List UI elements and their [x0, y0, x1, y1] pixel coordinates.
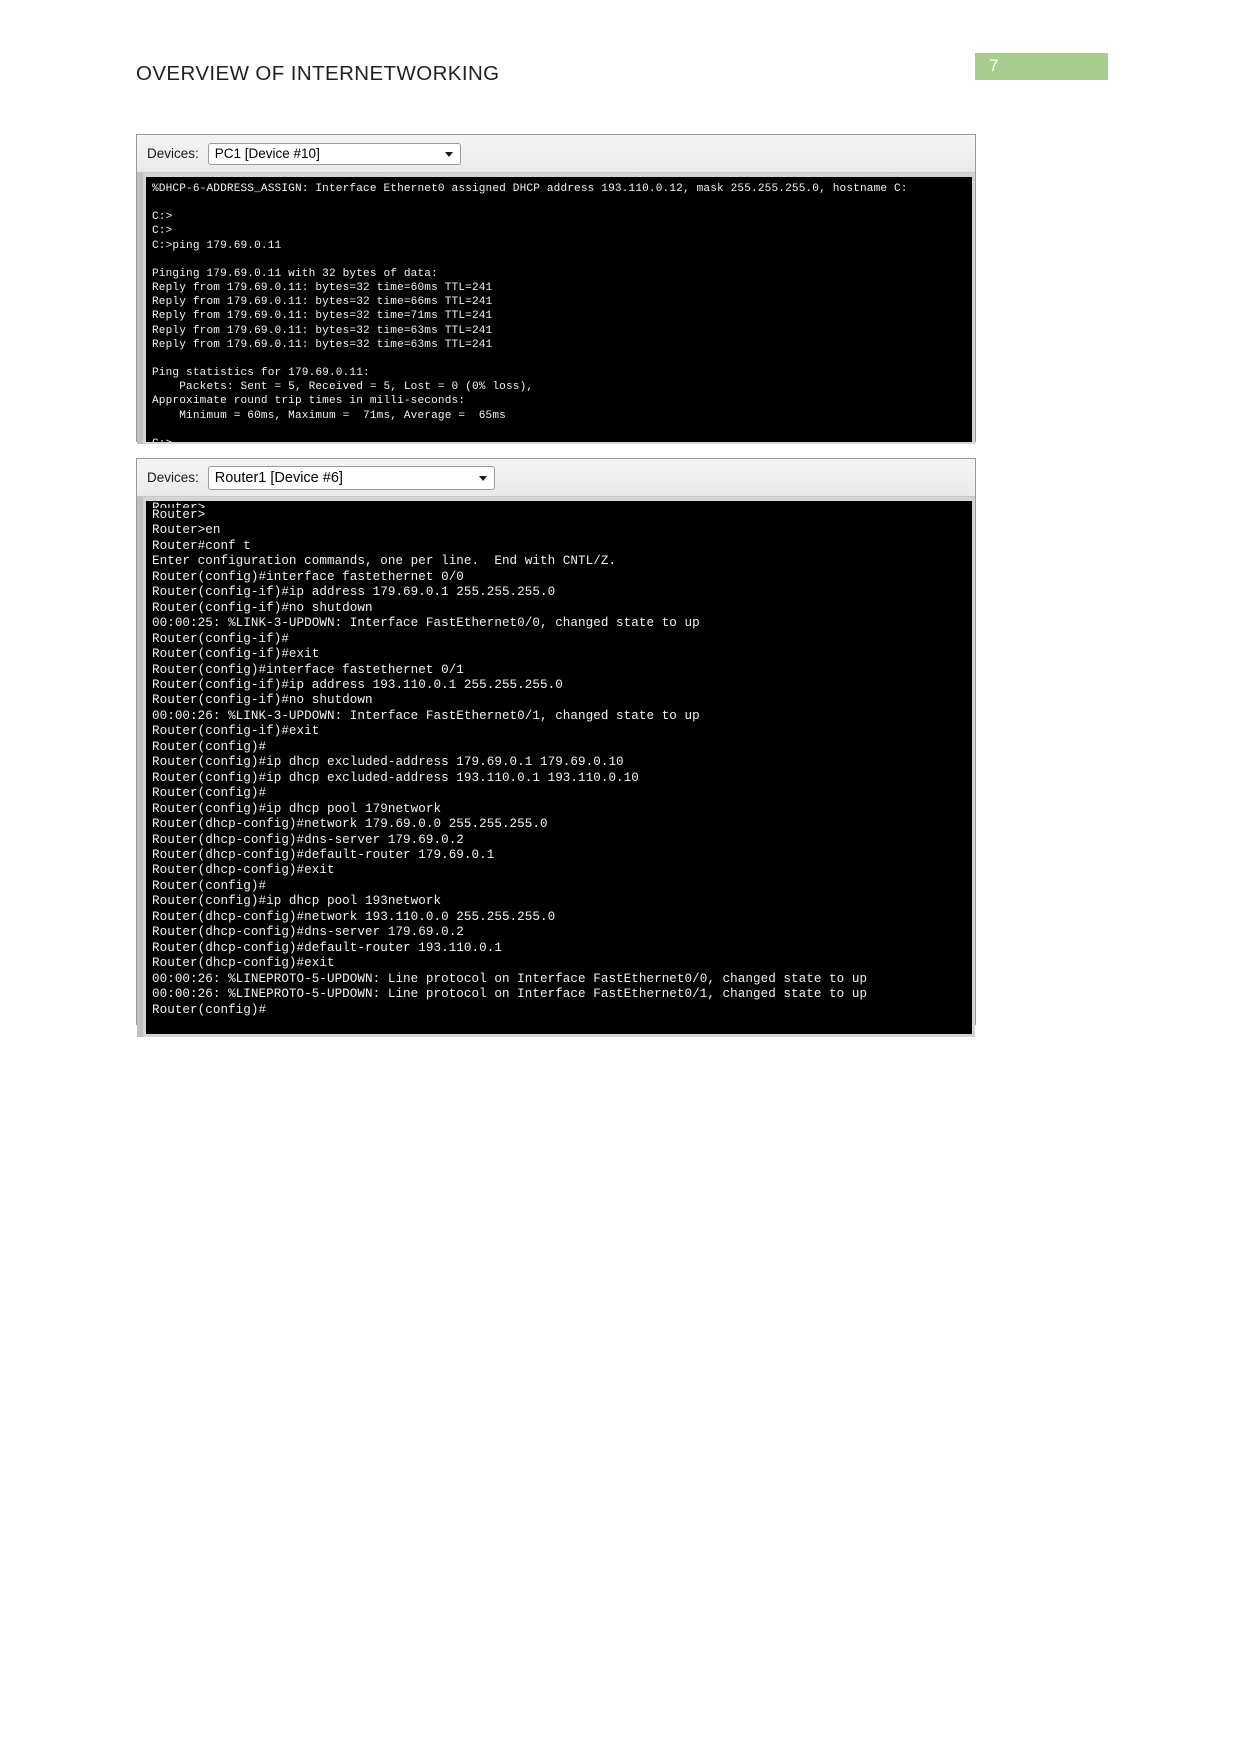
pc-console-window: Devices: PC1 [Device #10] %DHCP-6-ADDRES… [136, 134, 976, 444]
terminal-line: Router(config)#ip dhcp pool 193network [152, 894, 442, 909]
terminal-line: Router(config)# [152, 878, 267, 893]
terminal-line: C:> [152, 211, 173, 224]
pc-terminal-rail [137, 173, 143, 444]
terminal-line: Router(config-if)#ip address 179.69.0.1 … [152, 585, 556, 600]
router-device-bar: Devices: Router1 [Device #6] [137, 459, 975, 497]
terminal-line: Reply from 179.69.0.11: bytes=32 time=71… [152, 310, 493, 323]
pc-terminal-wrap: %DHCP-6-ADDRESS_ASSIGN: Interface Ethern… [137, 173, 975, 444]
terminal-line: 00:00:26: %LINK-3-UPDOWN: Interface Fast… [152, 708, 700, 723]
terminal-line: Reply from 179.69.0.11: bytes=32 time=60… [152, 282, 493, 295]
terminal-line: Router(config-if)#no shutdown [152, 693, 373, 708]
router-device-dropdown-value: Router1 [Device #6] [214, 469, 343, 486]
terminal-line: Router(dhcp-config)#network 179.69.0.0 2… [152, 817, 548, 832]
terminal-line: Reply from 179.69.0.11: bytes=32 time=63… [152, 324, 493, 337]
terminal-line: Router(config-if)#no shutdown [152, 600, 373, 615]
terminal-line: Minimum = 60ms, Maximum = 71ms, Average … [152, 409, 506, 422]
pc-device-dropdown[interactable]: PC1 [Device #10] [207, 142, 461, 165]
pc-terminal-output[interactable]: %DHCP-6-ADDRESS_ASSIGN: Interface Ethern… [146, 177, 972, 442]
chevron-down-icon [444, 151, 453, 157]
terminal-line: Router(config)#ip dhcp excluded-address … [152, 770, 639, 785]
terminal-line: Enter configuration commands, one per li… [152, 554, 617, 569]
terminal-line: Router(config)#interface fastethernet 0/… [152, 662, 464, 677]
pc-device-bar: Devices: PC1 [Device #10] [137, 135, 975, 173]
terminal-line: C:> [152, 437, 972, 442]
terminal-line: Router(config)# [152, 739, 267, 754]
terminal-line: Router> [152, 508, 206, 522]
terminal-line: 00:00:26: %LINEPROTO-5-UPDOWN: Line prot… [152, 987, 868, 1002]
terminal-line: Router(config-if)# [152, 631, 289, 646]
terminal-line: Router(config)# [152, 786, 267, 801]
router-console-window: Devices: Router1 [Device #6] Router> Rout… [136, 458, 976, 1037]
page-number: 7 [989, 56, 999, 75]
terminal-line: Router(dhcp-config)#exit [152, 956, 335, 971]
terminal-line: Router(dhcp-config)#network 193.110.0.0 … [152, 909, 556, 924]
terminal-line: Reply from 179.69.0.11: bytes=32 time=66… [152, 296, 493, 309]
terminal-line: 00:00:25: %LINK-3-UPDOWN: Interface Fast… [152, 616, 700, 631]
terminal-line: Router(dhcp-config)#exit [152, 863, 335, 878]
router-terminal-wrap: Router> Router> Router>en Router#conf t Ente… [137, 497, 975, 1037]
terminal-line: %DHCP-6-ADDRESS_ASSIGN: Interface Ethern… [152, 183, 908, 195]
terminal-line: C:> [152, 225, 173, 238]
terminal-line: Router(config-if)#exit [152, 647, 320, 662]
terminal-line: Router(dhcp-config)#dns-server 179.69.0.… [152, 832, 464, 847]
router-terminal-rail [137, 497, 143, 1037]
terminal-line: Router(dhcp-config)#default-router 193.1… [152, 940, 502, 955]
router-terminal-output[interactable]: Router> Router> Router>en Router#conf t Ente… [146, 501, 972, 1034]
chevron-down-icon [478, 475, 487, 481]
terminal-line: Router(dhcp-config)#default-router 179.6… [152, 847, 495, 862]
page-title: OVERVIEW OF INTERNETWORKING [136, 62, 500, 85]
terminal-line: Ping statistics for 179.69.0.11: [152, 367, 370, 380]
terminal-line: Router(config-if)#ip address 193.110.0.1… [152, 677, 563, 692]
pc-devices-label: Devices: [147, 146, 199, 161]
pc-device-dropdown-value: PC1 [Device #10] [214, 146, 320, 161]
terminal-line: Router>en [152, 523, 221, 538]
terminal-line: Pinging 179.69.0.11 with 32 bytes of dat… [152, 267, 438, 280]
page-number-badge: 7 [975, 53, 1108, 80]
terminal-line: Router(config-if)#exit [152, 724, 320, 739]
terminal-line: Router#conf t [152, 538, 251, 553]
terminal-line: Router(dhcp-config)#dns-server 179.69.0.… [152, 925, 464, 940]
terminal-line: Router(config)#interface fastethernet 0/… [152, 569, 464, 584]
terminal-line: Router(config)# [152, 1002, 267, 1017]
terminal-line: Router(config)#ip dhcp excluded-address … [152, 755, 624, 770]
terminal-line: Packets: Sent = 5, Received = 5, Lost = … [152, 381, 534, 394]
terminal-line: Approximate round trip times in milli-se… [152, 395, 466, 408]
terminal-line: C:>ping 179.69.0.11 [152, 239, 282, 252]
terminal-line: Router> [152, 501, 206, 508]
page-header: OVERVIEW OF INTERNETWORKING 7 [0, 0, 1241, 110]
router-device-dropdown[interactable]: Router1 [Device #6] [207, 465, 495, 490]
terminal-line: Router(config)#ip dhcp pool 179network [152, 801, 442, 816]
terminal-line: Reply from 179.69.0.11: bytes=32 time=63… [152, 338, 493, 351]
router-devices-label: Devices: [147, 470, 199, 485]
terminal-line: 00:00:26: %LINEPROTO-5-UPDOWN: Line prot… [152, 971, 868, 986]
